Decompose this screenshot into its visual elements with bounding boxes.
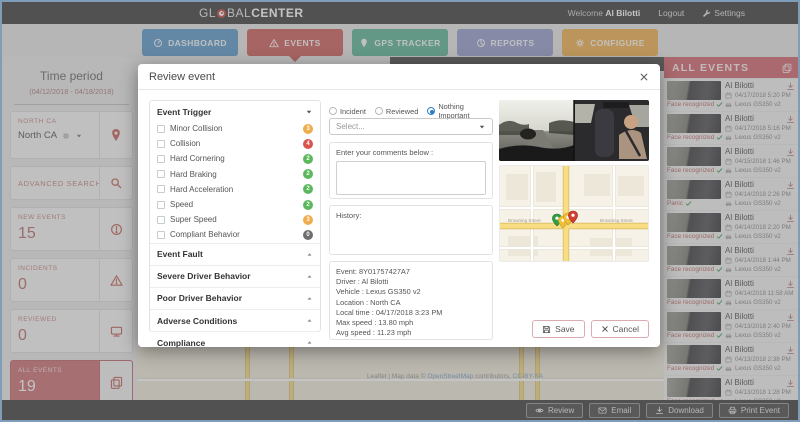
checkbox[interactable] — [157, 230, 165, 239]
history-label: History: — [336, 211, 362, 220]
checkbox[interactable] — [157, 185, 165, 194]
detail-event-id: Event: 8Y01757427A7 — [336, 267, 410, 276]
trigger-hard-braking[interactable]: Hard Braking 2 — [150, 167, 320, 182]
save-button[interactable]: Save — [532, 320, 585, 338]
trigger-hard-acceleration[interactable]: Hard Acceleration 2 — [150, 182, 320, 197]
history-panel: History: — [329, 205, 493, 255]
count-badge: 2 — [303, 169, 313, 180]
chevron-down-icon — [478, 123, 486, 131]
detail-max-speed: Max speed : 13.80 mph — [336, 318, 414, 328]
detail-vehicle: Vehicle : Lexus GS350 v2 — [336, 287, 421, 297]
chevron-up-icon — [306, 317, 313, 324]
section-adverse-conditions[interactable]: Adverse Conditions — [150, 309, 320, 331]
app-window: GL BAL CENTER Welcome Al Bilotti Logout Se… — [0, 0, 800, 422]
radio-reviewed[interactable]: Reviewed — [374, 107, 418, 116]
trigger-compliant-behavior[interactable]: Compliant Behavior 0 — [150, 227, 320, 242]
checkbox[interactable] — [157, 215, 165, 224]
event-location-map[interactable]: Browning Street Browning Street — [499, 165, 649, 262]
select-placeholder: Select... — [336, 122, 365, 131]
count-badge: 3 — [303, 123, 313, 134]
trigger-collision[interactable]: Collision 4 — [150, 136, 320, 151]
detail-location: Location : North CA — [336, 297, 401, 307]
checkbox[interactable] — [157, 154, 165, 163]
detail-local-time: Local time : 04/17/2018 3:23 PM — [336, 307, 443, 317]
section-compliance[interactable]: Compliance — [150, 331, 320, 353]
count-badge: 3 — [303, 214, 313, 225]
section-event-fault[interactable]: Event Fault — [150, 242, 320, 265]
chevron-up-icon — [306, 295, 313, 302]
checkbox[interactable] — [157, 200, 165, 209]
event-trigger-accordion-header[interactable]: Event Trigger — [150, 101, 320, 121]
comments-label: Enter your comments below : — [336, 148, 434, 157]
floppy-icon — [542, 325, 551, 334]
close-icon[interactable] — [639, 72, 649, 82]
close-icon — [601, 325, 609, 333]
chevron-up-icon — [306, 251, 313, 258]
event-trigger-panel: Event Trigger Minor Collision 3 Collision… — [149, 100, 321, 348]
category-select[interactable]: Select... — [329, 118, 493, 135]
cancel-button[interactable]: Cancel — [590, 320, 649, 338]
chevron-up-icon — [306, 339, 313, 346]
trigger-speed[interactable]: Speed 2 — [150, 197, 320, 212]
radio-incident[interactable]: Incident — [329, 107, 366, 116]
checkbox[interactable] — [157, 124, 165, 133]
event-details-panel: Event: 8Y01757427A7 Driver : Al Bilotti … — [329, 261, 493, 340]
count-badge: 4 — [303, 138, 313, 149]
detail-driver: Driver : Al Bilotti — [336, 277, 389, 287]
comments-textarea[interactable] — [336, 161, 486, 195]
chevron-up-icon — [306, 273, 313, 280]
comments-panel: Enter your comments below : — [329, 142, 493, 199]
count-badge: 2 — [303, 199, 313, 210]
modal-title: Review event — [149, 70, 216, 83]
trigger-hard-cornering[interactable]: Hard Cornering 2 — [150, 151, 320, 166]
checkbox[interactable] — [157, 170, 165, 179]
modal-footer: Save Cancel — [532, 320, 649, 338]
section-severe-driver-behavior[interactable]: Severe Driver Behavior — [150, 264, 320, 287]
review-event-modal: Review event Event Trigger Minor Collisi… — [138, 64, 660, 348]
modal-header: Review event — [138, 64, 660, 90]
trigger-super-speed[interactable]: Super Speed 3 — [150, 212, 320, 227]
chevron-down-icon — [305, 108, 313, 116]
street-label: Browning Street — [508, 218, 541, 223]
count-badge: 0 — [303, 229, 313, 240]
detail-avg-speed: Avg speed : 11.23 mph — [336, 328, 412, 338]
dashcam-image[interactable] — [499, 100, 649, 161]
count-badge: 2 — [303, 153, 313, 164]
street-label: Browning Street — [600, 218, 633, 223]
trigger-minor-collision[interactable]: Minor Collision 3 — [150, 121, 320, 136]
section-poor-driver-behavior[interactable]: Poor Driver Behavior — [150, 286, 320, 309]
count-badge: 2 — [303, 184, 313, 195]
checkbox[interactable] — [157, 139, 165, 148]
